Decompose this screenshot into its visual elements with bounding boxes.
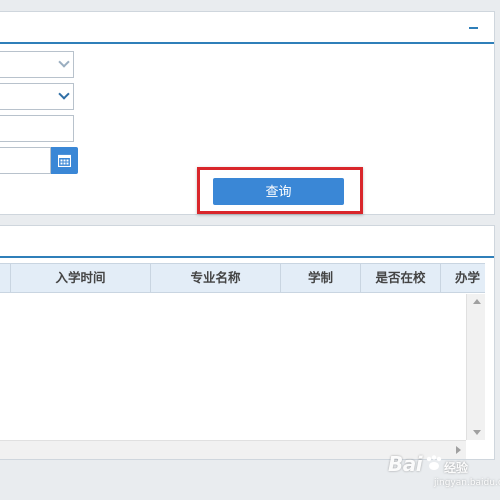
column-header-enrollment-date[interactable]: 入学时间 xyxy=(11,264,151,292)
column-header-checkbox[interactable] xyxy=(0,264,11,292)
paw-icon xyxy=(426,455,442,470)
column-header-in-school[interactable]: 是否在校 xyxy=(361,264,441,292)
text-input-field[interactable] xyxy=(0,115,74,142)
select-field-1[interactable] xyxy=(0,51,74,78)
column-header-major-name[interactable]: 专业名称 xyxy=(151,264,281,292)
column-header-school-type[interactable]: 办学 xyxy=(441,264,485,292)
query-button[interactable]: 查询 xyxy=(213,178,344,205)
results-panel: 入学时间 专业名称 学制 是否在校 办学 xyxy=(0,225,495,460)
date-input-field[interactable] xyxy=(0,147,51,174)
chevron-down-icon xyxy=(58,88,70,100)
watermark-url: jingyan.baidu.com xyxy=(434,478,500,488)
vertical-scrollbar[interactable] xyxy=(466,294,485,440)
scroll-up-icon[interactable] xyxy=(473,299,481,304)
scroll-down-icon[interactable] xyxy=(473,430,481,435)
baidu-watermark: Bai 经验 jingyan.baidu.com xyxy=(388,446,500,498)
watermark-brand: Bai xyxy=(388,452,423,476)
select-field-2[interactable] xyxy=(0,83,74,110)
collapse-icon[interactable] xyxy=(469,27,478,29)
chevron-down-icon xyxy=(58,56,70,68)
table-header: 入学时间 专业名称 学制 是否在校 办学 xyxy=(0,263,485,293)
panel-header-divider xyxy=(0,42,494,44)
column-header-duration[interactable]: 学制 xyxy=(281,264,361,292)
panel-header-divider xyxy=(0,256,494,258)
watermark-sub: 经验 xyxy=(444,461,469,475)
calendar-icon xyxy=(58,154,71,167)
calendar-button[interactable] xyxy=(51,147,78,174)
